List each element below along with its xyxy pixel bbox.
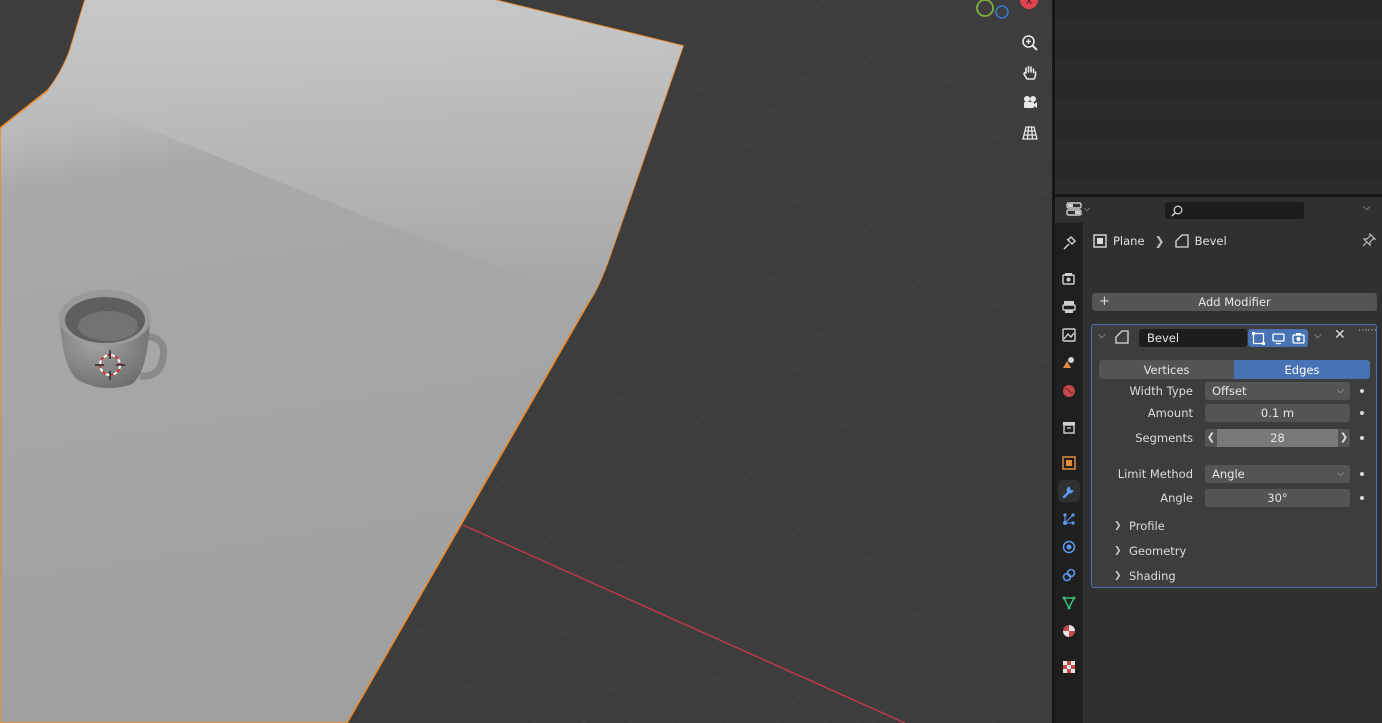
bevel-modifier-panel: ⌵ Bevel ⌵ ✕ ⋯⋯ Vertices Edges Width Type…	[1091, 324, 1377, 588]
modifier-visibility-toggles	[1248, 329, 1308, 347]
data-icon[interactable]	[1058, 592, 1080, 614]
outliner-area[interactable]	[1055, 0, 1382, 194]
viewport-scene[interactable]: X	[0, 0, 1052, 723]
modifier-icon[interactable]	[1058, 480, 1080, 502]
properties-tabs	[1055, 223, 1083, 723]
geometry-subpanel[interactable]: ❯ Geometry	[1114, 542, 1186, 560]
modifier-menu-chevron-icon[interactable]: ⌵	[1314, 330, 1322, 341]
collection-icon[interactable]	[1058, 416, 1080, 438]
pan-hand-icon[interactable]	[1017, 60, 1043, 86]
world-icon[interactable]	[1058, 380, 1080, 402]
zoom-icon[interactable]	[1017, 30, 1043, 56]
shading-subpanel[interactable]: ❯ Shading	[1114, 567, 1176, 585]
modifier-name-field[interactable]: Bevel	[1139, 329, 1247, 347]
properties-editor-icon	[1066, 202, 1082, 216]
view-layer-icon[interactable]	[1058, 324, 1080, 346]
object-icon	[1093, 234, 1107, 248]
properties-content: Plane ❯ Bevel + Add Modifier ⌵ Bevel ⌵ ✕…	[1083, 223, 1382, 723]
pin-icon[interactable]	[1362, 233, 1376, 247]
add-modifier-label: Add Modifier	[1198, 295, 1271, 309]
limit-method-label: Limit Method	[1117, 467, 1193, 481]
viewport-display-toggle-icon[interactable]	[1268, 329, 1288, 347]
keyframe-dot-icon[interactable]	[1360, 472, 1364, 476]
breadcrumb: Plane ❯ Bevel	[1093, 231, 1227, 251]
segments-label: Segments	[1135, 431, 1193, 445]
expand-arrow-icon: ❯	[1114, 546, 1122, 556]
angle-label: Angle	[1160, 491, 1193, 505]
decrement-arrow-icon[interactable]: ❮	[1205, 429, 1217, 447]
width-type-dropdown[interactable]: Offset ⌵	[1205, 382, 1350, 400]
profile-subpanel-label: Profile	[1129, 519, 1165, 533]
texture-icon[interactable]	[1058, 656, 1080, 678]
particles-icon[interactable]	[1058, 508, 1080, 530]
search-icon	[1171, 205, 1183, 217]
drag-handle-icon[interactable]: ⋯⋯	[1358, 325, 1377, 336]
3d-viewport[interactable]: X	[0, 0, 1052, 723]
search-input[interactable]	[1165, 202, 1304, 219]
properties-editor: ⌵ ⌵ Plane ❯ Bevel + Add Modifier ⌵ Bevel…	[1055, 197, 1382, 723]
breadcrumb-separator-icon: ❯	[1154, 234, 1165, 248]
affect-vertices-button[interactable]: Vertices	[1099, 360, 1234, 379]
editor-type-selector[interactable]: ⌵	[1066, 202, 1090, 216]
camera-icon[interactable]	[1017, 90, 1043, 116]
perspective-grid-icon[interactable]	[1017, 120, 1043, 146]
svg-text:X: X	[1026, 0, 1032, 7]
width-type-value: Offset	[1212, 384, 1247, 398]
amount-field[interactable]: 0.1 m	[1205, 404, 1350, 422]
constraints-icon[interactable]	[1058, 564, 1080, 586]
segments-field[interactable]: ❮ 28 ❯	[1205, 429, 1350, 447]
geometry-subpanel-label: Geometry	[1129, 544, 1187, 558]
chevron-down-icon: ⌵	[1337, 469, 1344, 479]
shading-subpanel-label: Shading	[1129, 569, 1176, 583]
bevel-modifier-icon	[1174, 234, 1189, 248]
physics-icon[interactable]	[1058, 536, 1080, 558]
keyframe-dot-icon[interactable]	[1360, 389, 1364, 393]
render-toggle-icon[interactable]	[1288, 329, 1308, 347]
edit-mode-toggle-icon[interactable]	[1248, 329, 1268, 347]
render-icon[interactable]	[1058, 268, 1080, 290]
tool-icon[interactable]	[1058, 232, 1080, 254]
output-icon[interactable]	[1058, 296, 1080, 318]
amount-label: Amount	[1147, 406, 1193, 420]
plus-icon: +	[1099, 294, 1110, 309]
collapse-chevron-icon[interactable]: ⌵	[1098, 330, 1106, 341]
affect-edges-button[interactable]: Edges	[1234, 360, 1370, 379]
keyframe-dot-icon[interactable]	[1360, 496, 1364, 500]
segments-value: 28	[1270, 431, 1285, 445]
profile-subpanel[interactable]: ❯ Profile	[1114, 517, 1165, 535]
angle-field[interactable]: 30°	[1205, 489, 1350, 507]
add-modifier-button[interactable]: + Add Modifier	[1092, 293, 1377, 311]
limit-method-value: Angle	[1212, 467, 1245, 481]
object-icon[interactable]	[1058, 452, 1080, 474]
options-chevron-icon[interactable]: ⌵	[1363, 202, 1371, 213]
expand-arrow-icon: ❯	[1114, 521, 1122, 531]
breadcrumb-object: Plane	[1113, 234, 1145, 248]
limit-method-dropdown[interactable]: Angle ⌵	[1205, 465, 1350, 483]
width-type-label: Width Type	[1129, 384, 1193, 398]
breadcrumb-modifier: Bevel	[1194, 234, 1227, 248]
increment-arrow-icon[interactable]: ❯	[1338, 429, 1350, 447]
material-icon[interactable]	[1058, 620, 1080, 642]
scene-icon[interactable]	[1058, 352, 1080, 374]
properties-header: ⌵ ⌵	[1055, 197, 1382, 223]
chevron-down-icon: ⌵	[1337, 386, 1344, 396]
remove-modifier-icon[interactable]: ✕	[1334, 327, 1346, 343]
expand-arrow-icon: ❯	[1114, 571, 1122, 581]
chevron-down-icon: ⌵	[1084, 204, 1091, 213]
bevel-modifier-icon	[1115, 330, 1129, 344]
keyframe-dot-icon[interactable]	[1360, 411, 1364, 415]
keyframe-dot-icon[interactable]	[1360, 436, 1364, 440]
